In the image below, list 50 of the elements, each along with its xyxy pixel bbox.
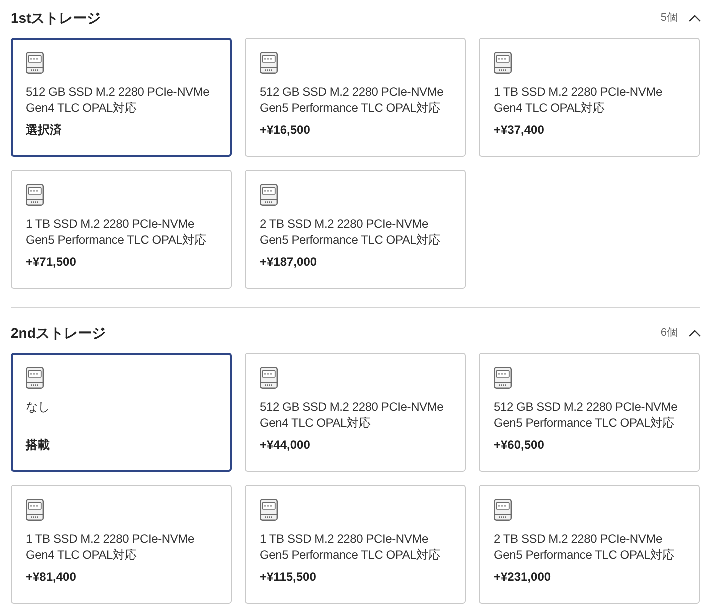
- ssd-drive-icon: [260, 184, 278, 206]
- ssd-drive-icon: [26, 184, 44, 206]
- option-price: +¥231,000: [494, 569, 552, 585]
- option-name: 1 TB SSD M.2 2280 PCIe-NVMe Gen4 TLC OPAL対応: [26, 531, 196, 563]
- ssd-drive-icon: [260, 52, 278, 74]
- option-price: +¥37,400: [494, 122, 546, 138]
- ssd-drive-icon: [26, 367, 44, 389]
- option-name: 512 GB SSD M.2 2280 PCIe-NVMe Gen4 TLC OPAL対応: [260, 399, 445, 431]
- option-name: 2 TB SSD M.2 2280 PCIe-NVMe Gen5 Performance TLC OPAL対応: [260, 216, 442, 248]
- ssd-drive-icon: [260, 367, 278, 389]
- option-count: 6個: [660, 326, 678, 340]
- option-price: +¥71,500: [26, 254, 78, 270]
- ssd-drive-icon: [26, 52, 44, 74]
- option-card[interactable]: 512 GB SSD M.2 2280 PCIe-NVMe Gen5 Performance TLC OPAL対応 +¥60,500: [479, 353, 700, 472]
- option-count: 5個: [660, 11, 678, 25]
- option-price: +¥187,000: [260, 254, 318, 270]
- option-name: 1 TB SSD M.2 2280 PCIe-NVMe Gen5 Performance TLC OPAL対応: [260, 531, 442, 563]
- ssd-drive-icon: [494, 52, 512, 74]
- collapse-chevron-icon[interactable]: [688, 328, 702, 338]
- selected-label: 搭載: [26, 437, 51, 453]
- option-card[interactable]: 1 TB SSD M.2 2280 PCIe-NVMe Gen5 Performance TLC OPAL対応 +¥71,500: [11, 170, 232, 289]
- option-name: 2 TB SSD M.2 2280 PCIe-NVMe Gen5 Performance TLC OPAL対応: [494, 531, 676, 563]
- collapse-chevron-icon[interactable]: [688, 13, 702, 23]
- option-name: 512 GB SSD M.2 2280 PCIe-NVMe Gen5 Performance TLC OPAL対応: [260, 84, 445, 116]
- option-card[interactable]: 1 TB SSD M.2 2280 PCIe-NVMe Gen4 TLC OPAL対応 +¥37,400: [479, 38, 700, 157]
- option-name: 1 TB SSD M.2 2280 PCIe-NVMe Gen5 Performance TLC OPAL対応: [26, 216, 208, 248]
- option-card[interactable]: 512 GB SSD M.2 2280 PCIe-NVMe Gen4 TLC OPAL対応 選択済: [11, 38, 232, 157]
- ssd-drive-icon: [494, 367, 512, 389]
- option-price: +¥44,000: [260, 437, 312, 453]
- option-card[interactable]: 1 TB SSD M.2 2280 PCIe-NVMe Gen4 TLC OPAL対応 +¥81,400: [11, 485, 232, 604]
- ssd-drive-icon: [260, 499, 278, 521]
- option-card[interactable]: 512 GB SSD M.2 2280 PCIe-NVMe Gen4 TLC OPAL対応 +¥44,000: [245, 353, 466, 472]
- option-price: +¥16,500: [260, 122, 312, 138]
- section-title: 1stストレージ: [11, 9, 102, 28]
- ssd-drive-icon: [494, 499, 512, 521]
- option-card[interactable]: 512 GB SSD M.2 2280 PCIe-NVMe Gen5 Performance TLC OPAL対応 +¥16,500: [245, 38, 466, 157]
- option-card[interactable]: なし 搭載: [11, 353, 232, 472]
- section-title: 2ndストレージ: [11, 324, 106, 343]
- option-name: 1 TB SSD M.2 2280 PCIe-NVMe Gen4 TLC OPAL対応: [494, 84, 664, 116]
- option-price: +¥81,400: [26, 569, 78, 585]
- option-card[interactable]: 2 TB SSD M.2 2280 PCIe-NVMe Gen5 Performance TLC OPAL対応 +¥187,000: [245, 170, 466, 289]
- ssd-drive-icon: [26, 499, 44, 521]
- option-price: +¥60,500: [494, 437, 546, 453]
- option-name: なし: [26, 399, 51, 416]
- option-name: 512 GB SSD M.2 2280 PCIe-NVMe Gen5 Performance TLC OPAL対応: [494, 399, 679, 431]
- option-name: 512 GB SSD M.2 2280 PCIe-NVMe Gen4 TLC OPAL対応: [26, 84, 211, 116]
- option-price: +¥115,500: [260, 569, 318, 585]
- option-card[interactable]: 1 TB SSD M.2 2280 PCIe-NVMe Gen5 Performance TLC OPAL対応 +¥115,500: [245, 485, 466, 604]
- option-card[interactable]: 2 TB SSD M.2 2280 PCIe-NVMe Gen5 Performance TLC OPAL対応 +¥231,000: [479, 485, 700, 604]
- selected-label: 選択済: [26, 122, 63, 138]
